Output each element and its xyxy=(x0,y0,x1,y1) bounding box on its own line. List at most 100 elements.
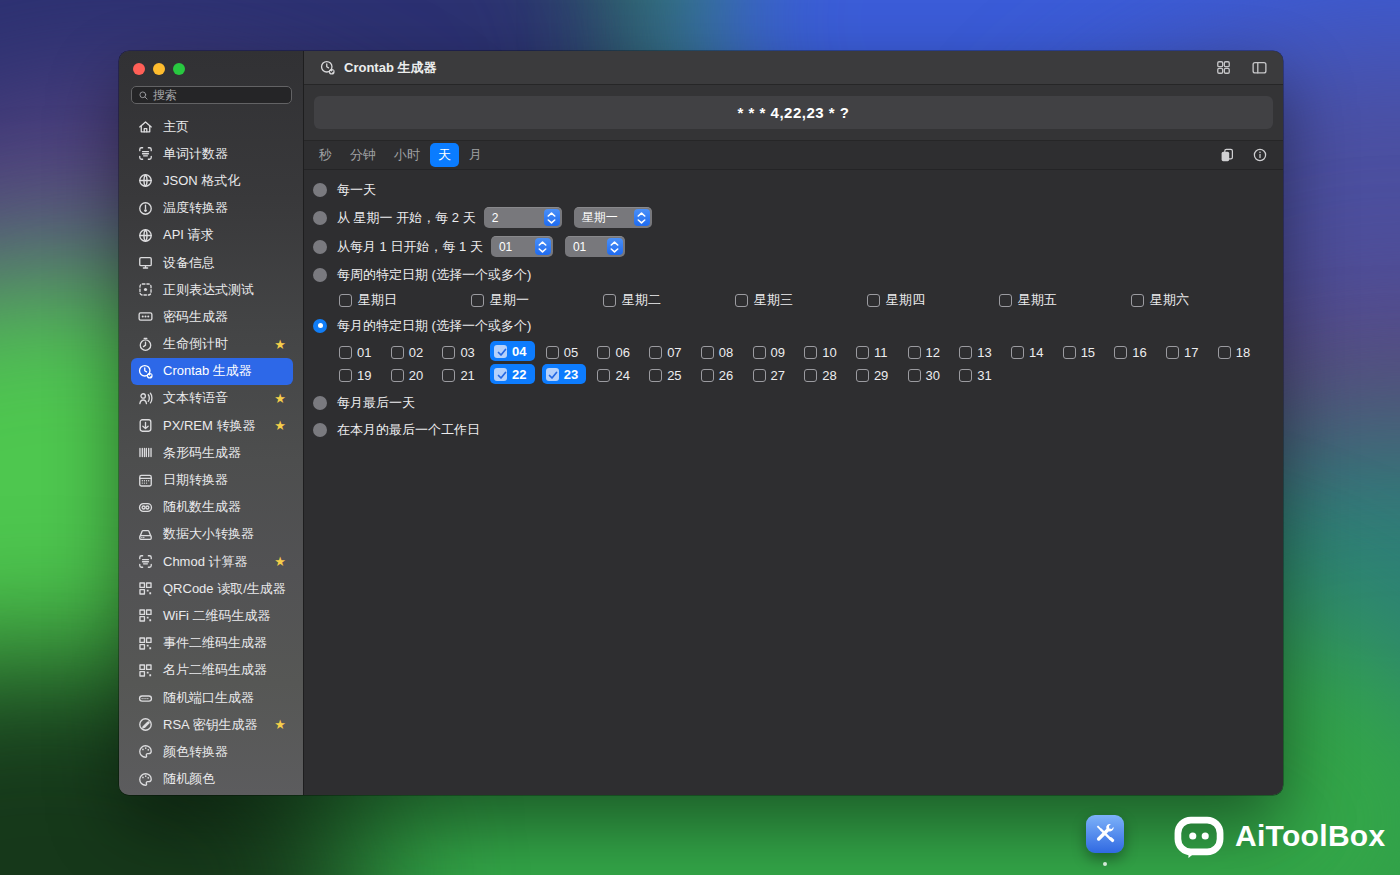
day-checkbox[interactable]: 11 xyxy=(856,342,888,362)
stepper-control[interactable] xyxy=(535,238,551,255)
radio-button[interactable] xyxy=(313,396,327,410)
checkbox[interactable] xyxy=(339,369,352,382)
checkbox[interactable] xyxy=(1114,346,1127,359)
checkbox[interactable] xyxy=(471,294,484,307)
sidebar-item[interactable]: 事件二维码生成器 xyxy=(131,630,293,657)
checkbox[interactable] xyxy=(701,346,714,359)
sidebar-item[interactable]: QRCode 读取/生成器 xyxy=(131,575,293,602)
checkbox[interactable] xyxy=(546,346,559,359)
weekday-checkbox[interactable]: 星期五 xyxy=(999,288,1131,312)
day-checkbox[interactable]: 19 xyxy=(339,365,371,385)
radio-button[interactable] xyxy=(313,211,327,225)
checkbox[interactable] xyxy=(339,294,352,307)
checkbox[interactable] xyxy=(597,346,610,359)
checkbox[interactable] xyxy=(867,294,880,307)
day-checkbox[interactable]: 06 xyxy=(597,342,629,362)
day-checkbox[interactable]: 26 xyxy=(701,365,733,385)
stepper-field[interactable]: 01 xyxy=(491,236,553,257)
day-checkbox[interactable]: 30 xyxy=(908,365,940,385)
checkbox[interactable] xyxy=(908,346,921,359)
sidebar-item[interactable]: JSON 格式化 xyxy=(131,167,293,194)
radio-button[interactable] xyxy=(313,183,327,197)
day-checkbox[interactable]: 22 xyxy=(490,364,534,384)
radio-button[interactable] xyxy=(313,423,327,437)
sidebar-item[interactable]: 文本转语音★ xyxy=(131,385,293,412)
checkbox[interactable] xyxy=(735,294,748,307)
checkbox[interactable] xyxy=(391,369,404,382)
day-checkbox[interactable]: 12 xyxy=(908,342,940,362)
checkbox[interactable] xyxy=(804,369,817,382)
stepper-field[interactable]: 星期一 xyxy=(574,207,652,228)
sidebar-item[interactable]: 主页 xyxy=(131,113,293,140)
checkbox[interactable] xyxy=(1011,346,1024,359)
sidebar-item[interactable]: 数据大小转换器 xyxy=(131,521,293,548)
dock-app-icon[interactable] xyxy=(1086,815,1124,853)
day-checkbox[interactable]: 03 xyxy=(442,342,474,362)
stepper-control[interactable] xyxy=(634,209,650,226)
tab-秒[interactable]: 秒 xyxy=(319,146,332,164)
checkbox[interactable] xyxy=(494,368,507,381)
sidebar-item[interactable]: 温度转换器 xyxy=(131,195,293,222)
weekday-checkbox[interactable]: 星期日 xyxy=(339,288,471,312)
day-checkbox[interactable]: 13 xyxy=(959,342,991,362)
weekday-checkbox[interactable]: 星期三 xyxy=(735,288,867,312)
checkbox[interactable] xyxy=(959,346,972,359)
radio-button[interactable] xyxy=(313,268,327,282)
checkbox[interactable] xyxy=(649,369,662,382)
stepper-field[interactable]: 2 xyxy=(484,207,562,228)
checkbox[interactable] xyxy=(856,346,869,359)
weekday-checkbox[interactable]: 星期六 xyxy=(1131,288,1263,312)
day-checkbox[interactable]: 31 xyxy=(959,365,991,385)
tab-小时[interactable]: 小时 xyxy=(394,146,420,164)
sidebar-item[interactable]: WiFi 二维码生成器 xyxy=(131,602,293,629)
tab-天[interactable]: 天 xyxy=(430,143,459,167)
radio-button[interactable] xyxy=(313,319,327,333)
info-icon[interactable] xyxy=(1252,147,1268,163)
day-checkbox[interactable]: 29 xyxy=(856,365,888,385)
day-checkbox[interactable]: 08 xyxy=(701,342,733,362)
checkbox[interactable] xyxy=(999,294,1012,307)
close-button[interactable] xyxy=(133,63,145,75)
weekday-checkbox[interactable]: 星期二 xyxy=(603,288,735,312)
checkbox[interactable] xyxy=(753,346,766,359)
search-input[interactable]: 搜索 xyxy=(131,86,292,104)
checkbox[interactable] xyxy=(442,346,455,359)
weekday-checkbox[interactable]: 星期一 xyxy=(471,288,603,312)
day-checkbox[interactable]: 25 xyxy=(649,365,681,385)
checkbox[interactable] xyxy=(649,346,662,359)
sidebar-item[interactable]: API 请求 xyxy=(131,222,293,249)
checkbox[interactable] xyxy=(1063,346,1076,359)
day-checkbox[interactable]: 09 xyxy=(753,342,785,362)
sidebar-item[interactable]: 密码生成器 xyxy=(131,303,293,330)
day-checkbox[interactable]: 10 xyxy=(804,342,836,362)
day-checkbox[interactable]: 05 xyxy=(546,342,578,362)
toggle-sidebar-icon[interactable] xyxy=(1251,59,1268,76)
checkbox[interactable] xyxy=(339,346,352,359)
checkbox[interactable] xyxy=(804,346,817,359)
day-checkbox[interactable]: 02 xyxy=(391,342,423,362)
stepper-control[interactable] xyxy=(544,209,560,226)
radio-button[interactable] xyxy=(313,240,327,254)
checkbox[interactable] xyxy=(1166,346,1179,359)
tab-月[interactable]: 月 xyxy=(469,146,482,164)
day-checkbox[interactable]: 21 xyxy=(442,365,474,385)
day-checkbox[interactable]: 14 xyxy=(1011,342,1043,362)
sidebar-item[interactable]: 条形码生成器 xyxy=(131,439,293,466)
checkbox[interactable] xyxy=(1131,294,1144,307)
checkbox[interactable] xyxy=(603,294,616,307)
day-checkbox[interactable]: 27 xyxy=(753,365,785,385)
sidebar-item[interactable]: 颜色转换器 xyxy=(131,738,293,765)
sidebar-item[interactable]: 随机颜色 xyxy=(131,766,293,793)
sidebar-item[interactable]: 单词计数器 xyxy=(131,140,293,167)
sidebar-item[interactable]: PX/REM 转换器★ xyxy=(131,412,293,439)
minimize-button[interactable] xyxy=(153,63,165,75)
sidebar-item[interactable]: Chmod 计算器★ xyxy=(131,548,293,575)
sidebar-item[interactable]: 正则表达式测试 xyxy=(131,276,293,303)
stepper-field[interactable]: 01 xyxy=(565,236,625,257)
day-checkbox[interactable]: 17 xyxy=(1166,342,1198,362)
day-checkbox[interactable]: 16 xyxy=(1114,342,1146,362)
sidebar-item[interactable]: 随机数生成器 xyxy=(131,494,293,521)
weekday-checkbox[interactable]: 星期四 xyxy=(867,288,999,312)
tab-分钟[interactable]: 分钟 xyxy=(350,146,376,164)
sidebar-item[interactable]: RSA 密钥生成器★ xyxy=(131,711,293,738)
